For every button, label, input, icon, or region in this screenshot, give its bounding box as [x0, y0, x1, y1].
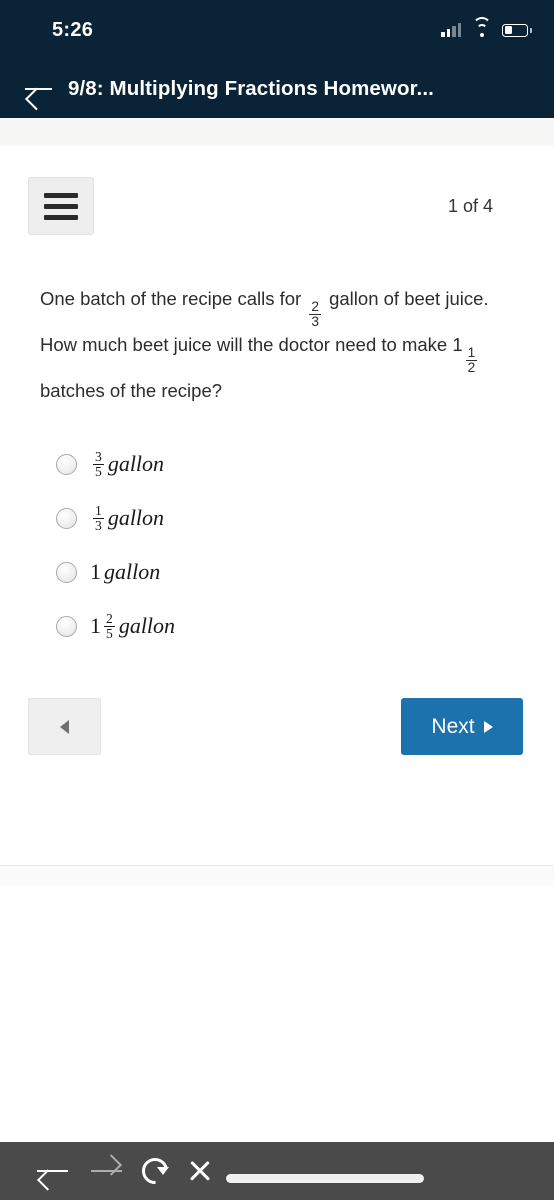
fraction-denominator: 5	[104, 625, 115, 641]
option-row[interactable]: 3 5 gallon	[56, 437, 526, 491]
next-button-label: Next	[431, 714, 475, 738]
url-progress-bar[interactable]	[226, 1173, 424, 1183]
footer-band	[0, 866, 554, 886]
option-label: 3 5 gallon	[90, 448, 165, 479]
radio-button[interactable]	[56, 453, 77, 475]
option-unit: gallon	[104, 559, 161, 585]
fraction-denominator: 2	[465, 360, 478, 376]
fraction-denominator: 3	[93, 517, 104, 533]
option-label: 1 3 gallon	[90, 502, 165, 533]
previous-question-button[interactable]	[28, 698, 101, 756]
answer-options: 3 5 gallon 1 3 gallon 1 gallon 1 2 5 gal…	[28, 437, 526, 653]
option-label: 1 gallon	[90, 559, 160, 585]
question-text: One batch of the recipe calls for 2 3 ga…	[28, 283, 526, 407]
app-header: 9/8: Multiplying Fractions Homewor...	[0, 60, 554, 118]
radio-button[interactable]	[56, 615, 77, 637]
battery-icon	[502, 23, 532, 37]
back-arrow-icon[interactable]	[24, 76, 54, 102]
cellular-signal-icon	[441, 23, 461, 37]
fraction-denominator: 5	[93, 463, 104, 479]
option-fraction: 3 5	[93, 448, 104, 479]
fraction-numerator: 1	[95, 502, 102, 518]
option-fraction: 2 5	[104, 610, 115, 641]
browser-back-arrow-icon[interactable]	[36, 1159, 70, 1183]
browser-forward-arrow-icon[interactable]	[89, 1159, 123, 1183]
content-divider	[0, 865, 554, 866]
fraction-numerator: 2	[106, 610, 113, 626]
question-fraction-1: 2 3	[309, 298, 321, 329]
main-content: 1 of 4 One batch of the recipe calls for…	[0, 146, 554, 756]
header-sub-band	[0, 118, 554, 146]
hamburger-menu-icon[interactable]	[28, 177, 94, 235]
question-part-1: One batch of the recipe calls for	[40, 288, 302, 309]
question-part-3: batches of the recipe?	[40, 380, 223, 402]
fraction-numerator: 1	[467, 344, 476, 360]
option-whole: 1	[90, 613, 101, 639]
question-fraction-2: 1 2	[465, 344, 478, 376]
reload-icon[interactable]	[142, 1158, 169, 1184]
question-whole-2: 1	[452, 334, 463, 356]
option-row[interactable]: 1 gallon	[56, 545, 526, 599]
option-unit: gallon	[107, 505, 165, 531]
question-toolbar: 1 of 4	[28, 146, 526, 235]
option-whole: 1	[90, 559, 101, 585]
status-time: 5:26	[52, 18, 94, 41]
option-unit: gallon	[107, 451, 165, 477]
status-bar: 5:26	[0, 0, 554, 60]
triangle-right-icon	[483, 720, 493, 733]
fraction-numerator: 2	[311, 298, 319, 314]
option-row[interactable]: 1 3 gallon	[56, 491, 526, 545]
option-label: 1 2 5 gallon	[90, 610, 176, 641]
stop-x-icon[interactable]	[187, 1158, 213, 1184]
fraction-denominator: 3	[309, 313, 321, 329]
option-fraction: 1 3	[93, 502, 104, 533]
page-title: 9/8: Multiplying Fractions Homewor...	[68, 77, 434, 100]
radio-button[interactable]	[56, 507, 77, 529]
question-counter: 1 of 4	[447, 195, 493, 216]
fraction-numerator: 3	[95, 448, 102, 464]
option-unit: gallon	[118, 613, 176, 639]
triangle-left-icon	[60, 719, 69, 734]
navigation-row: Next	[28, 698, 526, 756]
wifi-icon	[472, 17, 491, 37]
browser-toolbar	[0, 1142, 554, 1200]
next-question-button[interactable]: Next	[401, 698, 523, 756]
status-icons	[441, 17, 532, 37]
radio-button[interactable]	[56, 561, 77, 583]
option-row[interactable]: 1 2 5 gallon	[56, 599, 526, 653]
